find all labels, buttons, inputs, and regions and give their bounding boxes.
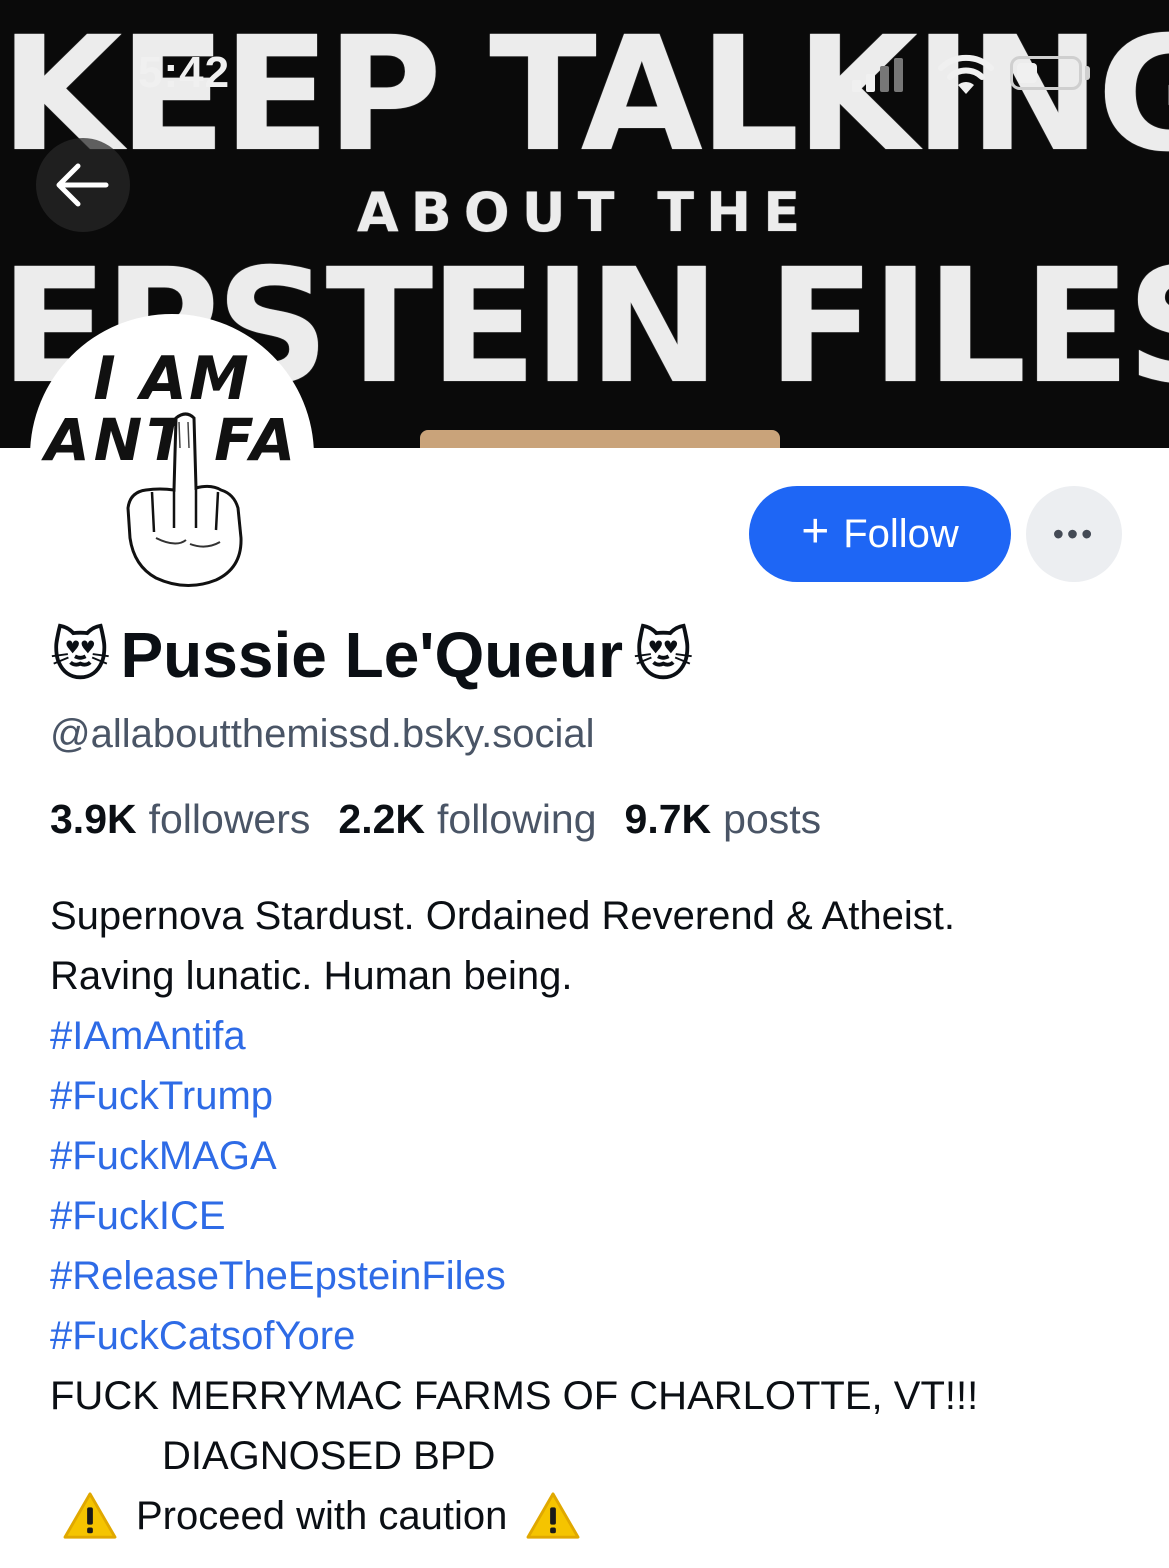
avatar-text-line1: I AM bbox=[93, 344, 251, 414]
warning-icon bbox=[63, 1492, 117, 1539]
followers-link[interactable]: 3.9K followers bbox=[50, 796, 338, 843]
posts-stat: 9.7K posts bbox=[625, 796, 850, 843]
banner-decoration bbox=[420, 430, 780, 448]
profile-handle: @allaboutthemissd.bsky.social bbox=[50, 712, 595, 756]
followers-label: followers bbox=[148, 796, 311, 842]
heart-eyes-cat-emoji: 😻 bbox=[50, 621, 111, 689]
following-label: following bbox=[437, 796, 597, 842]
arrow-left-icon bbox=[56, 163, 109, 207]
following-count: 2.2K bbox=[338, 796, 425, 842]
hashtag-link[interactable]: #FuckCatsofYore bbox=[50, 1306, 1140, 1366]
posts-count: 9.7K bbox=[624, 796, 712, 842]
hashtag-link[interactable]: #IAmAntifa bbox=[50, 1006, 1140, 1066]
bio-line: Raving lunatic. Human being. bbox=[50, 954, 573, 998]
more-options-button[interactable]: ••• bbox=[1026, 486, 1122, 582]
warning-icon bbox=[526, 1492, 580, 1539]
posts-label: posts bbox=[723, 796, 822, 842]
hashtag-link[interactable]: #FuckMAGA bbox=[50, 1126, 1140, 1186]
hashtag-link[interactable]: #FuckICE bbox=[50, 1186, 1140, 1246]
status-time: 5:42 bbox=[138, 48, 231, 97]
back-button[interactable] bbox=[36, 138, 130, 232]
battery-icon bbox=[1010, 56, 1082, 90]
avatar[interactable]: I AM ANT FA bbox=[30, 314, 314, 598]
hashtag-link[interactable]: #ReleaseTheEpsteinFiles bbox=[50, 1246, 1140, 1306]
follow-button[interactable]: + Follow bbox=[749, 486, 1011, 582]
follow-button-label: Follow bbox=[843, 511, 959, 556]
bio-caution-text: Proceed with caution bbox=[136, 1494, 508, 1538]
plus-icon: + bbox=[801, 505, 830, 558]
profile-bio: Supernova Stardust. Ordained Reverend & … bbox=[50, 886, 1140, 1546]
following-link[interactable]: 2.2K following bbox=[338, 796, 624, 843]
wifi-icon bbox=[938, 54, 994, 94]
bio-line: DIAGNOSED BPD bbox=[162, 1434, 496, 1478]
display-name: 😻 Pussie Le'Queur 😻 bbox=[50, 610, 693, 700]
middle-finger-icon bbox=[126, 412, 243, 587]
heart-eyes-cat-emoji: 😻 bbox=[632, 621, 694, 689]
ellipsis-icon: ••• bbox=[1052, 515, 1096, 552]
followers-count: 3.9K bbox=[50, 796, 137, 842]
profile-stats: 3.9K followers 2.2K following 9.7K posts bbox=[50, 796, 849, 843]
status-icons bbox=[852, 52, 1102, 96]
bio-caution-line: Proceed with caution bbox=[50, 1486, 1140, 1546]
bio-line: Supernova Stardust. Ordained Reverend & … bbox=[50, 894, 955, 938]
display-name-text: Pussie Le'Queur bbox=[120, 619, 623, 691]
hashtag-link[interactable]: #FuckTrump bbox=[50, 1066, 1140, 1126]
bio-line: FUCK MERRYMAC FARMS OF CHARLOTTE, VT!!! bbox=[50, 1374, 979, 1418]
